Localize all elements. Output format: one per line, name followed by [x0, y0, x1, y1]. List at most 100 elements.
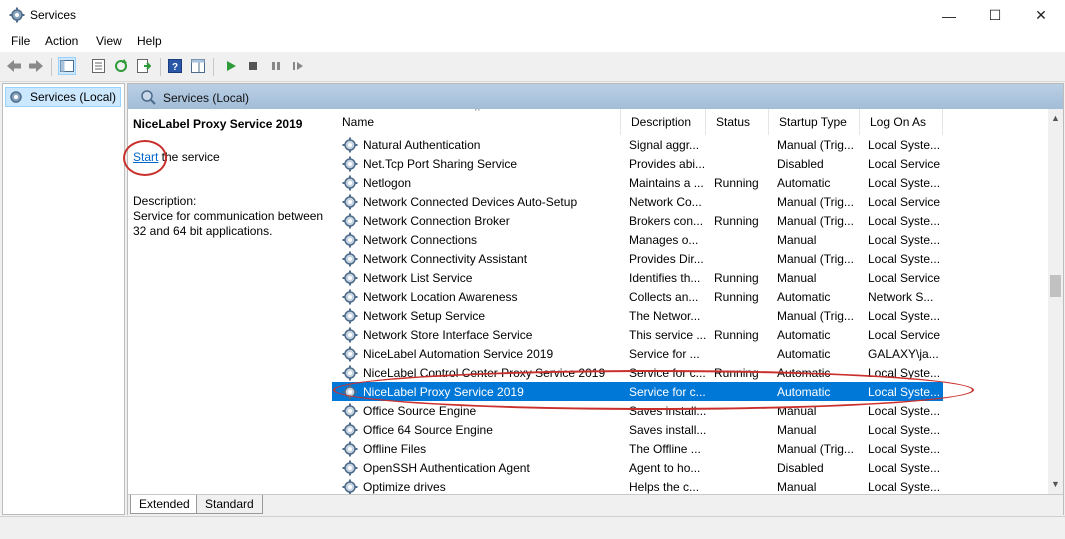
- cell-name: Office 64 Source Engine: [363, 423, 493, 437]
- cell-startup-type: Manual (Trig...: [777, 252, 854, 266]
- selected-service-name: NiceLabel Proxy Service 2019: [133, 117, 303, 131]
- menu-file[interactable]: File: [11, 34, 30, 48]
- console-tree: Services (Local): [2, 83, 125, 515]
- export-list-icon[interactable]: [135, 57, 153, 75]
- cell-startup-type: Manual (Trig...: [777, 442, 854, 456]
- cell-name: Net.Tcp Port Sharing Service: [363, 157, 518, 171]
- service-gear-icon: [342, 175, 358, 191]
- cell-startup-type: Disabled: [777, 157, 824, 171]
- scroll-thumb[interactable]: [1050, 275, 1061, 297]
- cell-startup-type: Manual (Trig...: [777, 309, 854, 323]
- column-header-name[interactable]: Name ^: [332, 109, 621, 135]
- menu-help[interactable]: Help: [137, 34, 162, 48]
- cell-startup-type: Manual (Trig...: [777, 138, 854, 152]
- action-pane-icon[interactable]: [189, 57, 207, 75]
- table-row[interactable]: Network Store Interface Service This serv…: [332, 325, 943, 344]
- cell-description: Provides Dir...: [629, 252, 704, 266]
- table-row[interactable]: Office 64 Source Engine Saves install... M…: [332, 420, 943, 439]
- cell-log-on-as: Local Service: [868, 328, 941, 342]
- cell-description: Helps the c...: [629, 480, 700, 494]
- cell-status: Running: [714, 271, 759, 285]
- service-gear-icon: [342, 479, 358, 494]
- content-header: Services (Local): [128, 84, 1063, 109]
- help-icon[interactable]: ?: [166, 57, 184, 75]
- column-header-label: Name: [342, 115, 375, 129]
- view-tabs: Extended Standard: [128, 494, 1063, 515]
- column-header-log-on-as[interactable]: Log On As: [860, 109, 943, 135]
- toolbar-separator: [160, 58, 161, 76]
- column-header-row: Name ^ Description Status Startup Type L…: [332, 109, 943, 135]
- search-gear-icon: [141, 90, 156, 105]
- column-header-status[interactable]: Status: [706, 109, 769, 135]
- start-service-icon[interactable]: [222, 57, 240, 75]
- service-gear-icon: [342, 327, 358, 343]
- forward-arrow-icon[interactable]: [27, 57, 45, 75]
- table-row[interactable]: Netlogon Maintains a ... Running Automatic L…: [332, 173, 943, 192]
- table-row[interactable]: OpenSSH Authentication Agent Agent to ho.…: [332, 458, 943, 477]
- table-row[interactable]: Network Connections Manages o... Manual Loc…: [332, 230, 943, 249]
- tab-extended[interactable]: Extended: [130, 495, 199, 514]
- table-row[interactable]: Network Location Awareness Collects an...…: [332, 287, 943, 306]
- table-row[interactable]: Natural Authentication Signal aggr... Manu…: [332, 135, 943, 154]
- pause-service-icon[interactable]: [267, 57, 285, 75]
- sort-up-icon: ^: [475, 109, 480, 117]
- table-row[interactable]: Network Connected Devices Auto-Setup Netw…: [332, 192, 943, 211]
- service-gear-icon: [342, 289, 358, 305]
- properties-sheet-icon[interactable]: [89, 57, 107, 75]
- cell-startup-type: Manual (Trig...: [777, 195, 854, 209]
- back-arrow-icon[interactable]: [5, 57, 23, 75]
- table-row[interactable]: Network Setup Service The Networ... Manual…: [332, 306, 943, 325]
- cell-log-on-as: Local Service: [868, 195, 941, 209]
- menu-view[interactable]: View: [96, 34, 122, 48]
- table-row[interactable]: Network Connection Broker Brokers con... R…: [332, 211, 943, 230]
- content-header-title: Services (Local): [163, 91, 250, 105]
- toolbar: ?: [0, 52, 1065, 82]
- cell-status: Running: [714, 290, 759, 304]
- service-gear-icon: [342, 422, 358, 438]
- tab-label: Extended: [139, 497, 190, 511]
- cell-name: Optimize drives: [363, 480, 446, 494]
- services-gear-icon: [9, 7, 25, 23]
- cell-log-on-as: Local Service: [868, 157, 941, 171]
- column-header-label: Log On As: [870, 115, 927, 129]
- menu-action[interactable]: Action: [45, 34, 78, 48]
- table-row[interactable]: Offline Files The Offline ... Manual (Trig…: [332, 439, 943, 458]
- tab-standard[interactable]: Standard: [196, 495, 263, 514]
- minimize-button[interactable]: —: [926, 0, 972, 31]
- maximize-button[interactable]: ☐: [972, 0, 1018, 31]
- cell-log-on-as: GALAXY\ja...: [868, 347, 939, 361]
- service-gear-icon: [342, 365, 358, 381]
- tree-item-services-local[interactable]: Services (Local): [5, 87, 122, 107]
- refresh-icon[interactable]: [112, 57, 130, 75]
- toolbar-separator: [213, 58, 214, 76]
- table-row[interactable]: Network List Service Identifies th... Runn…: [332, 268, 943, 287]
- resume-service-icon[interactable]: [289, 57, 307, 75]
- cell-log-on-as: Local Syste...: [868, 309, 941, 323]
- cell-description: Agent to ho...: [629, 461, 701, 475]
- cell-description: This service ...: [629, 328, 707, 342]
- cell-name: NiceLabel Automation Service 2019: [363, 347, 554, 361]
- stop-service-icon[interactable]: [244, 57, 262, 75]
- cell-log-on-as: Local Syste...: [868, 138, 941, 152]
- cell-log-on-as: Local Syste...: [868, 214, 941, 228]
- cell-status: Running: [714, 176, 759, 190]
- cell-log-on-as: Local Service: [868, 271, 941, 285]
- svg-text:?: ?: [172, 62, 178, 73]
- table-row[interactable]: Network Connectivity Assistant Provides D…: [332, 249, 943, 268]
- cell-status: Running: [714, 328, 759, 342]
- scroll-up-icon[interactable]: ▲: [1051, 113, 1060, 123]
- selected-row-annotation: [333, 370, 974, 410]
- scroll-down-icon[interactable]: ▼: [1051, 479, 1060, 489]
- table-row[interactable]: NiceLabel Automation Service 2019 Service…: [332, 344, 943, 363]
- table-row[interactable]: Optimize drives Helps the c... Manual Local…: [332, 477, 943, 494]
- tab-label: Standard: [205, 497, 254, 511]
- console-tree-icon[interactable]: [58, 57, 76, 75]
- table-row[interactable]: Net.Tcp Port Sharing Service Provides abi…: [332, 154, 943, 173]
- vertical-scrollbar[interactable]: ▲ ▼: [1048, 109, 1063, 494]
- cell-log-on-as: Local Syste...: [868, 233, 941, 247]
- close-button[interactable]: ✕: [1018, 0, 1064, 31]
- column-header-startup-type[interactable]: Startup Type: [769, 109, 860, 135]
- cell-description: Maintains a ...: [629, 176, 704, 190]
- cell-startup-type: Automatic: [777, 347, 831, 361]
- column-header-description[interactable]: Description: [621, 109, 706, 135]
